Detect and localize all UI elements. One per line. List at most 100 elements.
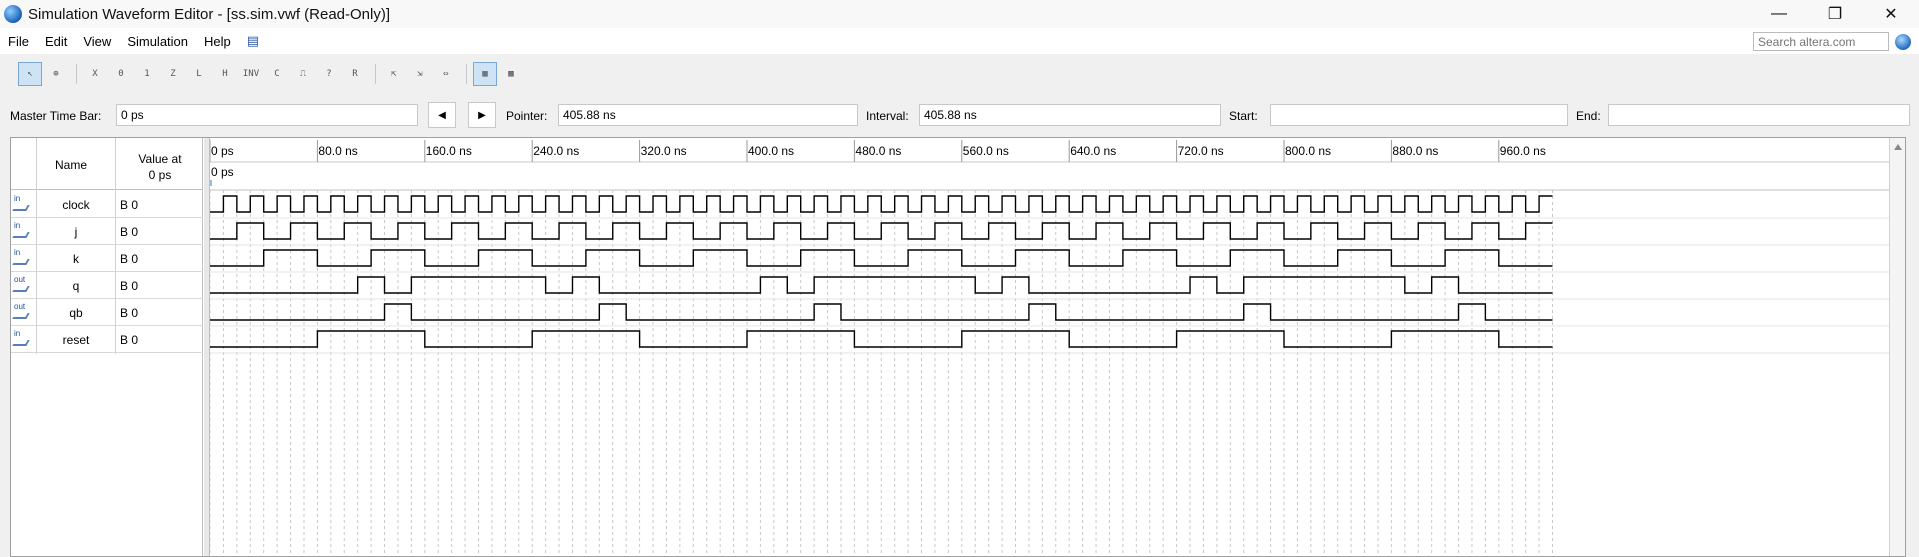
force-high-icon[interactable]: 1 [135,62,159,86]
signal-name: reset [62,333,90,347]
signal-row-reset[interactable]: in reset B 0 [11,326,203,353]
timeline-tick-label: 80.0 ns [318,144,357,158]
signal-name-table: Name Value at 0 ps in clock B 0 in j B 0… [11,138,203,556]
globe-icon[interactable] [1895,34,1911,50]
timeline-tick-label: 720.0 ns [1178,144,1224,158]
toolbar-separator [375,64,376,84]
interval-label: Interval: [866,109,909,123]
interval-field: 405.88 ns [919,104,1221,126]
signal-row-j[interactable]: in j B 0 [11,218,203,245]
menu-simulation[interactable]: Simulation [119,34,196,49]
app-icon [4,5,22,23]
toolbar-separator [466,64,467,84]
input-pin-icon: in [12,222,34,240]
waveform-panel: Name Value at 0 ps in clock B 0 in j B 0… [10,137,1906,557]
select-tool-icon[interactable]: ↖ [18,62,42,86]
minimize-button[interactable]: — [1751,0,1807,28]
signal-row-k[interactable]: in k B 0 [11,245,203,272]
time-control-bar: Master Time Bar: 0 ps ◀ ▶ Pointer: 405.8… [0,100,1919,130]
value-column-header[interactable]: Value at 0 ps [117,151,203,183]
waveform-canvas[interactable]: 0 ps 80.0 ns 160.0 ns 240.0 ns 320.0 ns 400.0… [209,138,1890,557]
count-value-icon[interactable]: C [265,62,289,86]
timeline-tick-label: 880.0 ns [1392,144,1438,158]
signal-value: B 0 [120,279,139,293]
name-column-header[interactable]: Name [31,158,111,172]
signal-value: B 0 [120,306,139,320]
weak-high-icon[interactable]: H [213,62,237,86]
force-unknown-icon[interactable]: X [83,62,107,86]
title-bar: Simulation Waveform Editor - [ss.sim.vwf… [0,0,1919,28]
timeline-tick-label: 0 ps [211,144,234,158]
end-label: End: [1576,109,1601,123]
output-pin-icon: out [12,303,34,321]
timeline-tick-label: 240.0 ns [533,144,579,158]
search-input[interactable] [1753,32,1889,51]
snap-to-grid-icon[interactable]: ▦ [473,62,497,86]
waveform-j [210,222,1553,240]
weak-low-icon[interactable]: L [187,62,211,86]
waveform-grid-icon[interactable]: ▩ [499,62,523,86]
timeline-tick-label: 960.0 ns [1500,144,1546,158]
master-time-bar-label: Master Time Bar: [10,109,102,123]
next-transition-button[interactable]: ▶ [468,102,496,128]
end-field [1608,104,1910,126]
pointer-field: 405.88 ns [558,104,858,126]
timeline-tick-label: 560.0 ns [963,144,1009,158]
waveform-area[interactable]: 0 ps 80.0 ns 160.0 ns 240.0 ns 320.0 ns 400.0… [209,138,1890,557]
invert-icon[interactable]: INV [239,62,263,86]
waveform-clock [210,195,1553,213]
timeline-tick-label: 160.0 ns [426,144,472,158]
timeline-tick-label: 480.0 ns [855,144,901,158]
waveform-q [210,276,1553,294]
signal-value: B 0 [120,225,139,239]
signal-value: B 0 [120,252,139,266]
signal-name: q [72,279,80,293]
signal-value: B 0 [120,333,139,347]
master-time-bar-field[interactable]: 0 ps [116,104,418,126]
signal-row-qb[interactable]: out qb B 0 [11,299,203,326]
timeline-tick-label: 640.0 ns [1070,144,1116,158]
force-low-icon[interactable]: 0 [109,62,133,86]
master-time-cursor-label: 0 ps [211,165,234,179]
signal-row-clock[interactable]: in clock B 0 [11,191,203,218]
menu-view[interactable]: View [75,34,119,49]
output-pin-icon: out [12,276,34,294]
menu-file[interactable]: File [0,34,37,49]
input-pin-icon: in [12,330,34,348]
zoom-tool-icon[interactable]: ⊕ [44,62,68,86]
snap-right-icon[interactable]: ⇲ [408,62,432,86]
pointer-label: Pointer: [506,109,548,123]
random-value-icon[interactable]: R [343,62,367,86]
scroll-up-icon[interactable] [1894,144,1902,150]
high-impedance-icon[interactable]: Z [161,62,185,86]
input-pin-icon: in [12,195,34,213]
close-button[interactable]: ✕ [1863,0,1919,28]
menu-help[interactable]: Help [196,34,239,49]
arbitrary-value-icon[interactable]: ? [317,62,341,86]
signal-name: clock [62,198,90,212]
clock-value-icon[interactable]: ⎍ [291,62,315,86]
signal-name: k [73,252,79,266]
value-at-label: Value at [138,152,182,166]
restore-button[interactable]: ❐ [1807,0,1863,28]
value-at-time: 0 ps [148,168,172,182]
signal-value: B 0 [120,198,139,212]
stretch-icon[interactable]: ⇔ [434,62,458,86]
previous-transition-button[interactable]: ◀ [428,102,456,128]
waveform-reset [210,330,1553,348]
timeline-tick-label: 400.0 ns [748,144,794,158]
start-field [1270,104,1568,126]
snap-left-icon[interactable]: ⇱ [382,62,406,86]
feedback-icon[interactable]: ▤ [239,33,267,49]
signal-row-q[interactable]: out q B 0 [11,272,203,299]
timeline-tick-label: 800.0 ns [1285,144,1331,158]
timeline-tick-label: 320.0 ns [641,144,687,158]
signal-name: qb [69,306,83,320]
toolbar: ↖ ⊕ X 0 1 Z L H INV C ⎍ ? R ⇱ ⇲ ⇔ ▦ ▩ [0,60,1919,88]
input-pin-icon: in [12,249,34,267]
vertical-scrollbar[interactable] [1889,138,1905,556]
toolbar-separator [76,64,77,84]
menu-edit[interactable]: Edit [37,34,75,49]
signal-name: j [74,225,78,239]
start-label: Start: [1229,109,1258,123]
